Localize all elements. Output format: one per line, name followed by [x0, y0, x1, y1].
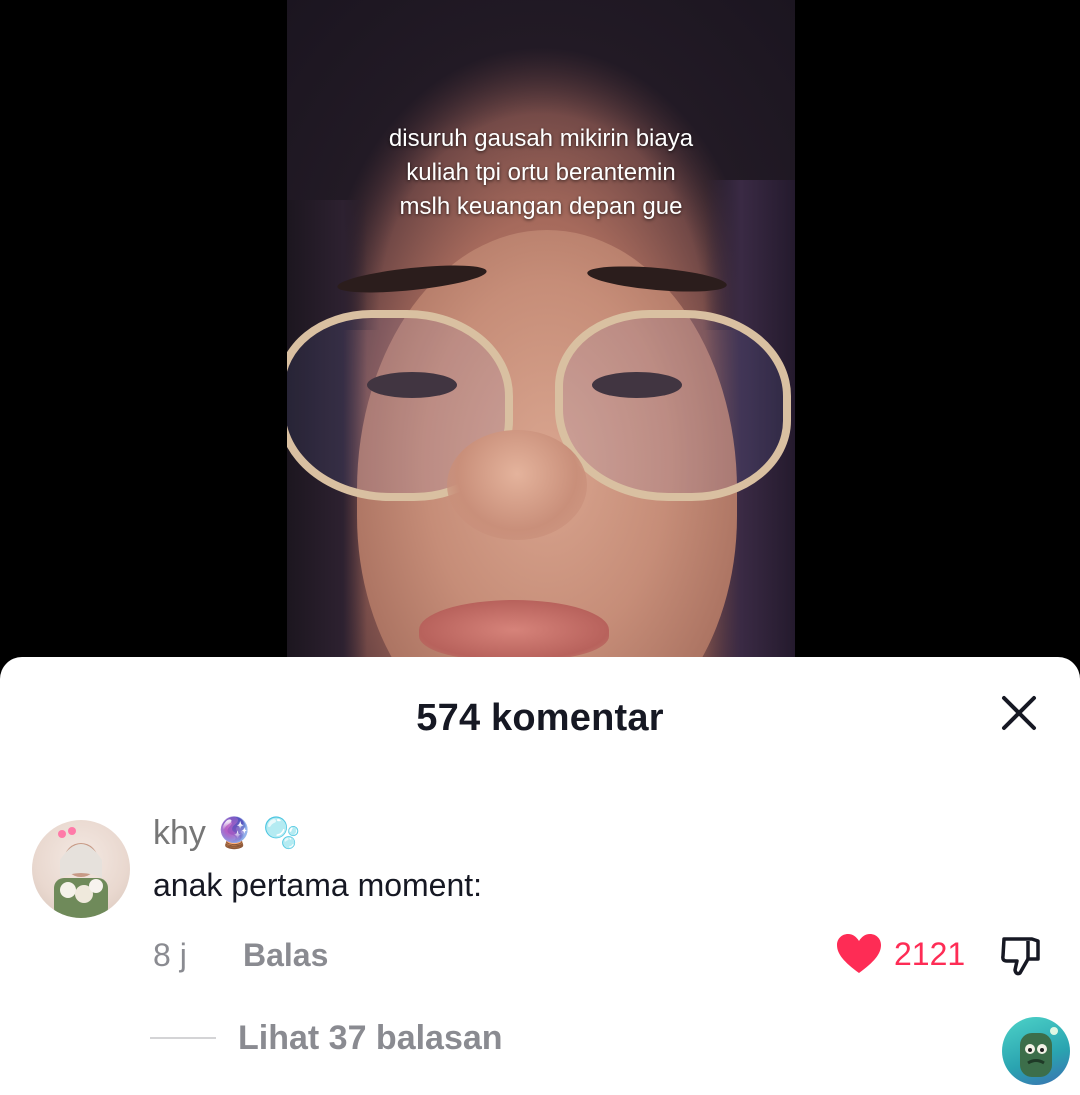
video-caption-line: kuliah tpi ortu berantemin	[406, 159, 676, 186]
close-icon	[1002, 696, 1036, 730]
avatar-image	[54, 827, 108, 918]
close-button[interactable]	[997, 691, 1041, 735]
thumbs-down-icon	[1001, 937, 1040, 976]
video-lips	[419, 600, 609, 660]
reply-button[interactable]: Balas	[243, 937, 328, 974]
video-caption-line: disuruh gausah mikirin biaya	[388, 125, 694, 152]
video-player[interactable]: disuruh gausah mikirin biaya kuliah tpi …	[0, 0, 1080, 680]
sticker-icon	[1020, 1027, 1058, 1077]
comments-sheet: 574 komentar khy 🔮 🫧 anak pertama moment…	[0, 657, 1080, 1095]
video-frame[interactable]: disuruh gausah mikirin biaya kuliah tpi …	[287, 0, 795, 680]
like-button[interactable]: 2121	[836, 933, 965, 975]
username-text: khy	[153, 814, 206, 852]
bubbles-emoji: 🫧	[263, 817, 301, 850]
video-caption: disuruh gausah mikirin biaya kuliah tpi …	[287, 122, 795, 224]
video-caption-line: mslh keuangan depan gue	[399, 193, 683, 220]
sticker-button[interactable]	[1002, 1017, 1070, 1085]
like-count: 2121	[894, 935, 966, 972]
comment-text: anak pertama moment:	[153, 867, 483, 903]
crystal-ball-emoji: 🔮	[215, 817, 254, 850]
comment-time: 8 j	[153, 937, 187, 973]
dislike-button[interactable]	[998, 933, 1044, 979]
avatar[interactable]	[32, 820, 130, 918]
comments-count-title: 574 komentar	[416, 697, 664, 739]
view-replies-button[interactable]: Lihat 37 balasan	[238, 1019, 503, 1058]
video-nose	[447, 430, 587, 540]
replies-divider	[150, 1037, 216, 1039]
heart-icon	[837, 934, 881, 973]
comment-username[interactable]: khy 🔮 🫧	[153, 814, 301, 853]
video-glasses-lens-right	[555, 310, 791, 501]
